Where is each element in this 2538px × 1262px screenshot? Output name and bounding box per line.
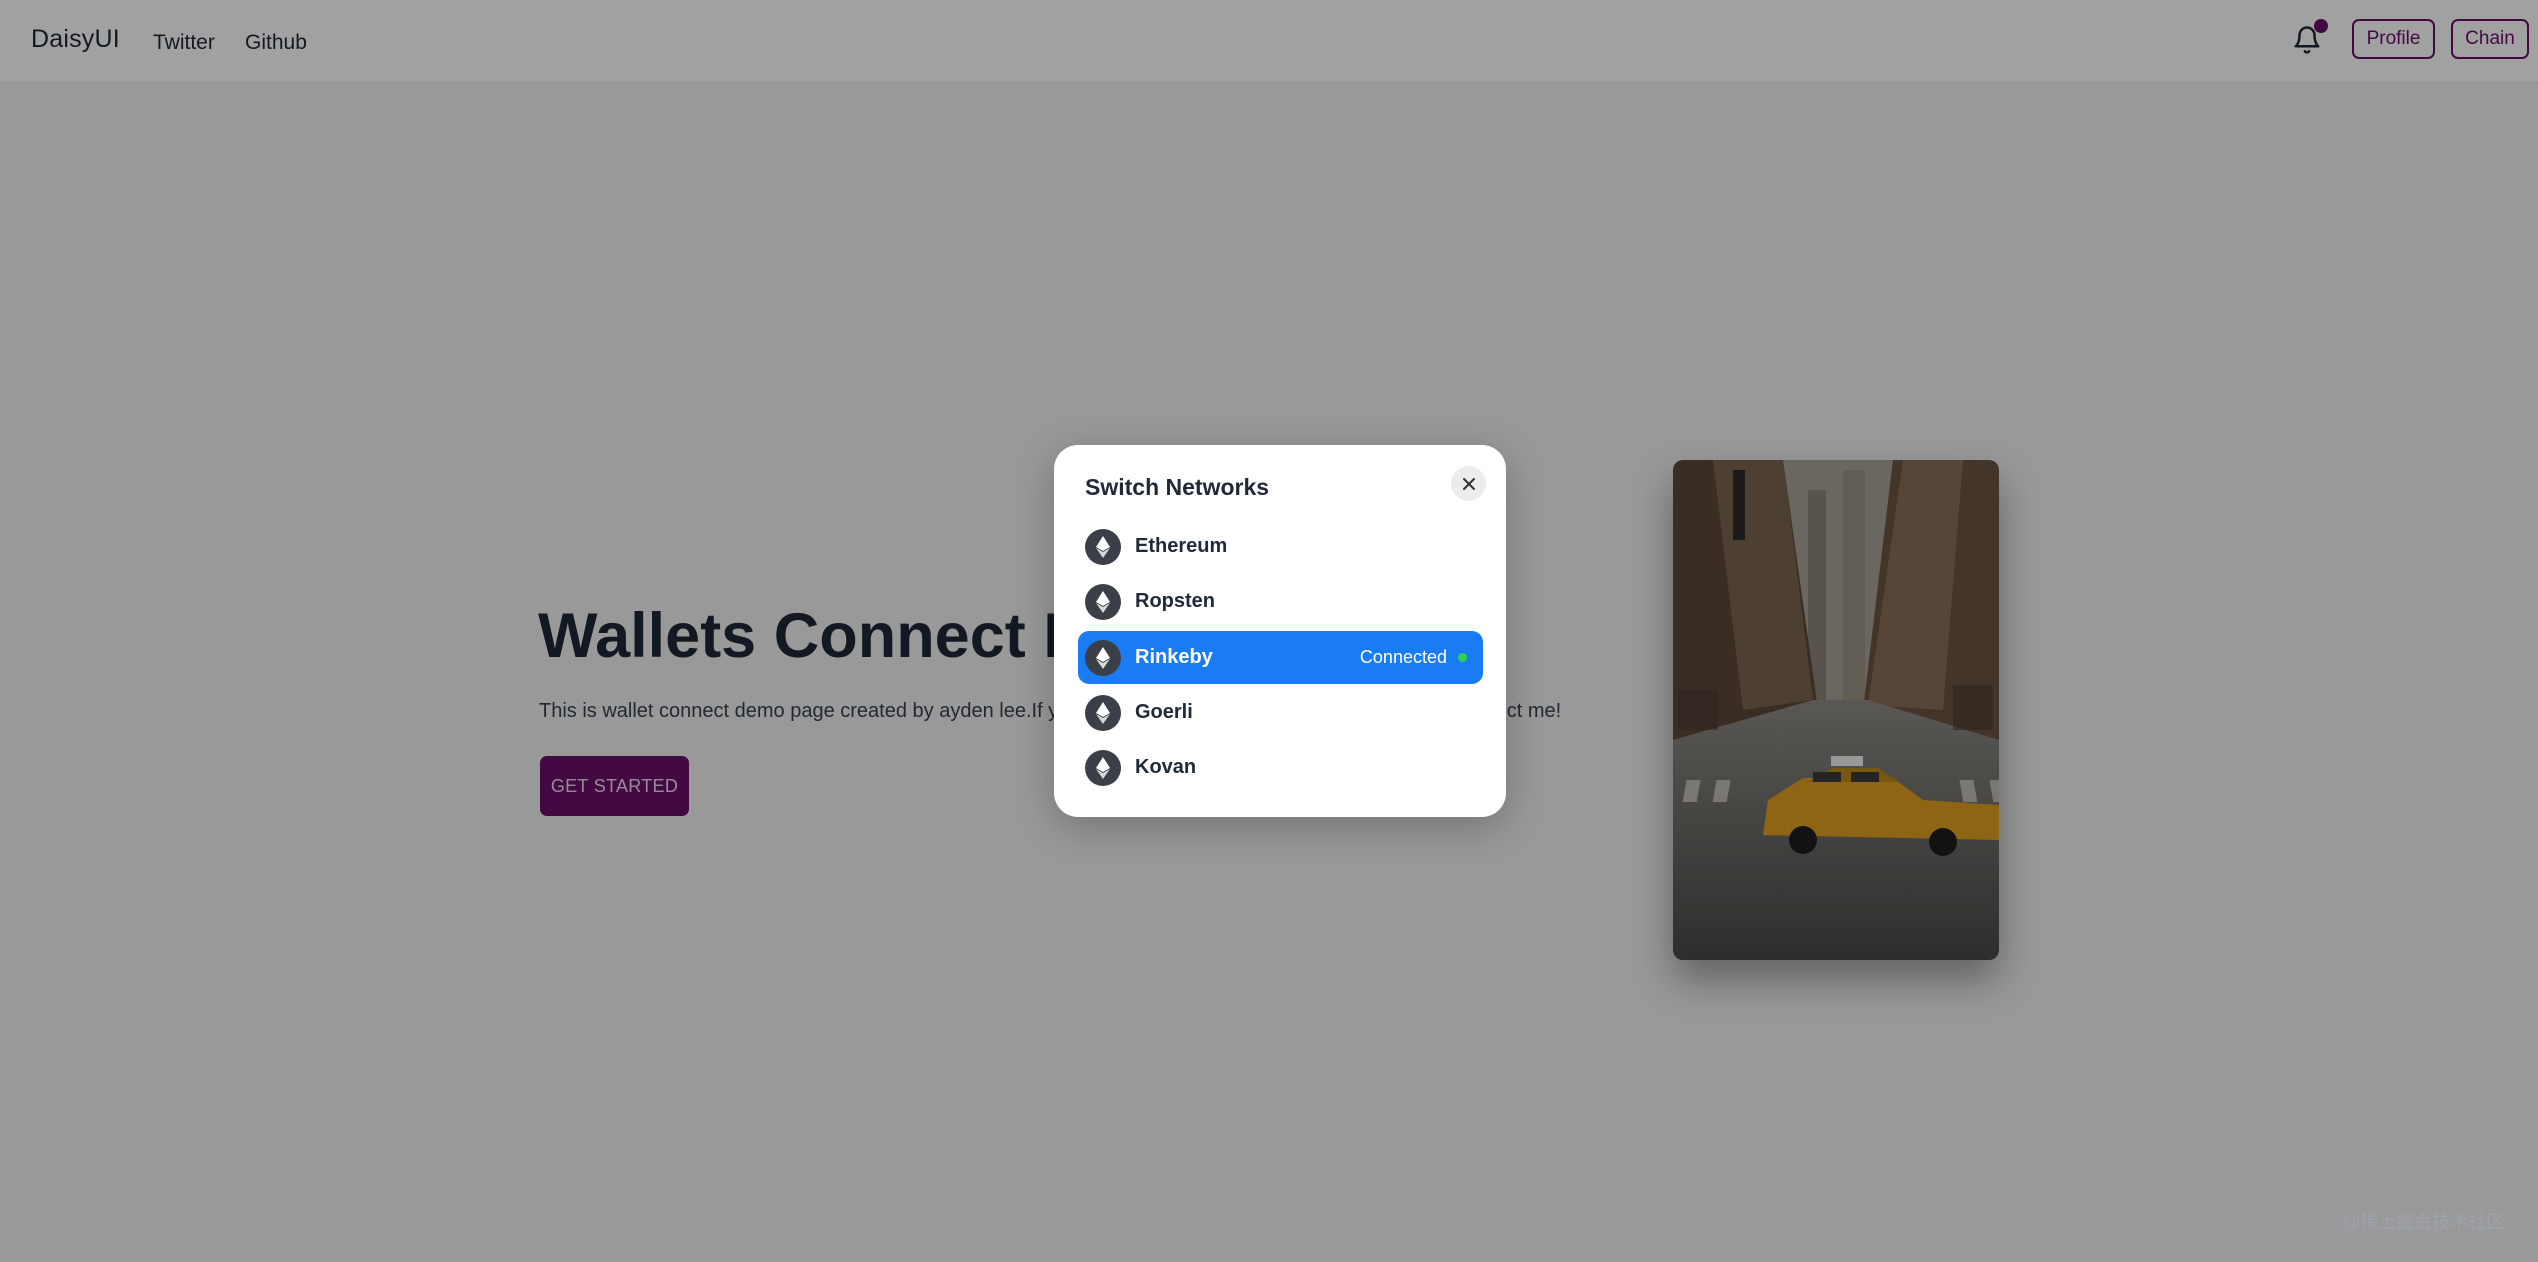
network-label: Rinkeby [1135,646,1213,668]
close-icon[interactable] [1451,466,1486,501]
network-label: Ropsten [1135,590,1215,612]
network-label: Ethereum [1135,535,1228,557]
network-option-ropsten[interactable]: Ropsten [1078,575,1483,628]
network-option-kovan[interactable]: Kovan [1078,741,1483,794]
switch-networks-modal: Switch Networks Ethereum Ropsten Rinkeby… [1054,445,1506,817]
ethereum-icon [1085,695,1121,731]
network-option-goerli[interactable]: Goerli [1078,686,1483,739]
ethereum-icon [1085,529,1121,565]
ethereum-icon [1085,584,1121,620]
connected-status: Connected [1359,647,1447,667]
connected-dot-icon [1458,653,1467,662]
ethereum-icon [1085,750,1121,786]
network-label: Kovan [1135,756,1197,778]
modal-title: Switch Networks [1085,474,1270,500]
network-option-ethereum[interactable]: Ethereum [1078,520,1483,573]
network-option-rinkeby[interactable]: Rinkeby Connected [1078,631,1483,684]
network-label: Goerli [1135,701,1193,723]
watermark: @稀土掘金技术社区 [2342,1212,2505,1232]
ethereum-icon [1085,640,1121,676]
